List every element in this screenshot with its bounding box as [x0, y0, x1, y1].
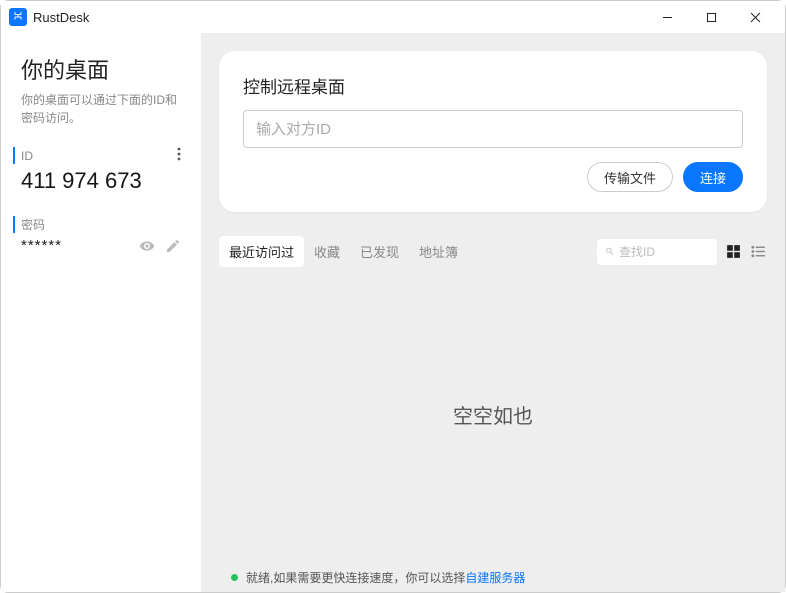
- status-hint: 如果需要更快连接速度，你可以选择: [273, 569, 465, 586]
- id-label: ID: [21, 149, 33, 163]
- edit-icon[interactable]: [165, 238, 181, 254]
- tab-recent[interactable]: 最近访问过: [219, 236, 304, 267]
- list-view-icon[interactable]: [750, 243, 767, 260]
- remote-title: 控制远程桌面: [243, 73, 743, 98]
- sidebar: 你的桌面 你的桌面可以通过下面的ID和密码访问。 ID 411 974 673 …: [1, 33, 201, 592]
- status-dot-icon: [231, 574, 238, 581]
- remote-buttons: 传输文件 连接: [243, 162, 743, 192]
- remote-card: 控制远程桌面 传输文件 连接: [219, 51, 767, 212]
- remote-id-input[interactable]: [243, 110, 743, 148]
- id-value: 411 974 673: [21, 168, 181, 194]
- sidebar-title: 你的桌面: [21, 53, 181, 85]
- status-ready: 就绪,: [246, 569, 273, 586]
- grid-view-icon[interactable]: [725, 243, 742, 260]
- status-link[interactable]: 自建服务器: [465, 569, 525, 586]
- empty-state: 空空如也: [219, 267, 767, 562]
- main-area: 控制远程桌面 传输文件 连接 最近访问过 收藏 已发现 地址簿: [201, 33, 785, 592]
- pwd-row: ******: [21, 237, 181, 254]
- sidebar-subtitle: 你的桌面可以通过下面的ID和密码访问。: [21, 91, 181, 127]
- tab-discovered[interactable]: 已发现: [350, 236, 409, 267]
- transfer-file-button[interactable]: 传输文件: [587, 162, 673, 192]
- pwd-value: ******: [21, 237, 62, 254]
- pwd-label-row: 密码: [13, 216, 181, 233]
- tab-addressbook[interactable]: 地址簿: [409, 236, 468, 267]
- tabs-row: 最近访问过 收藏 已发现 地址簿: [219, 236, 767, 267]
- eye-icon[interactable]: [139, 238, 155, 254]
- pwd-label: 密码: [21, 216, 45, 233]
- connect-button[interactable]: 连接: [683, 162, 743, 192]
- minimize-button[interactable]: [645, 1, 689, 33]
- search-input[interactable]: [619, 245, 709, 259]
- maximize-button[interactable]: [689, 1, 733, 33]
- tab-favorites[interactable]: 收藏: [304, 236, 350, 267]
- titlebar: RustDesk: [1, 1, 785, 33]
- window-controls: [645, 1, 777, 33]
- id-menu-icon[interactable]: [177, 147, 181, 164]
- app-title: RustDesk: [33, 10, 89, 25]
- close-button[interactable]: [733, 1, 777, 33]
- app-logo-icon: [9, 8, 27, 26]
- statusbar: 就绪, 如果需要更快连接速度，你可以选择 自建服务器: [219, 562, 767, 592]
- id-label-row: ID: [13, 147, 181, 164]
- search-box[interactable]: [597, 239, 717, 265]
- search-icon: [605, 245, 615, 258]
